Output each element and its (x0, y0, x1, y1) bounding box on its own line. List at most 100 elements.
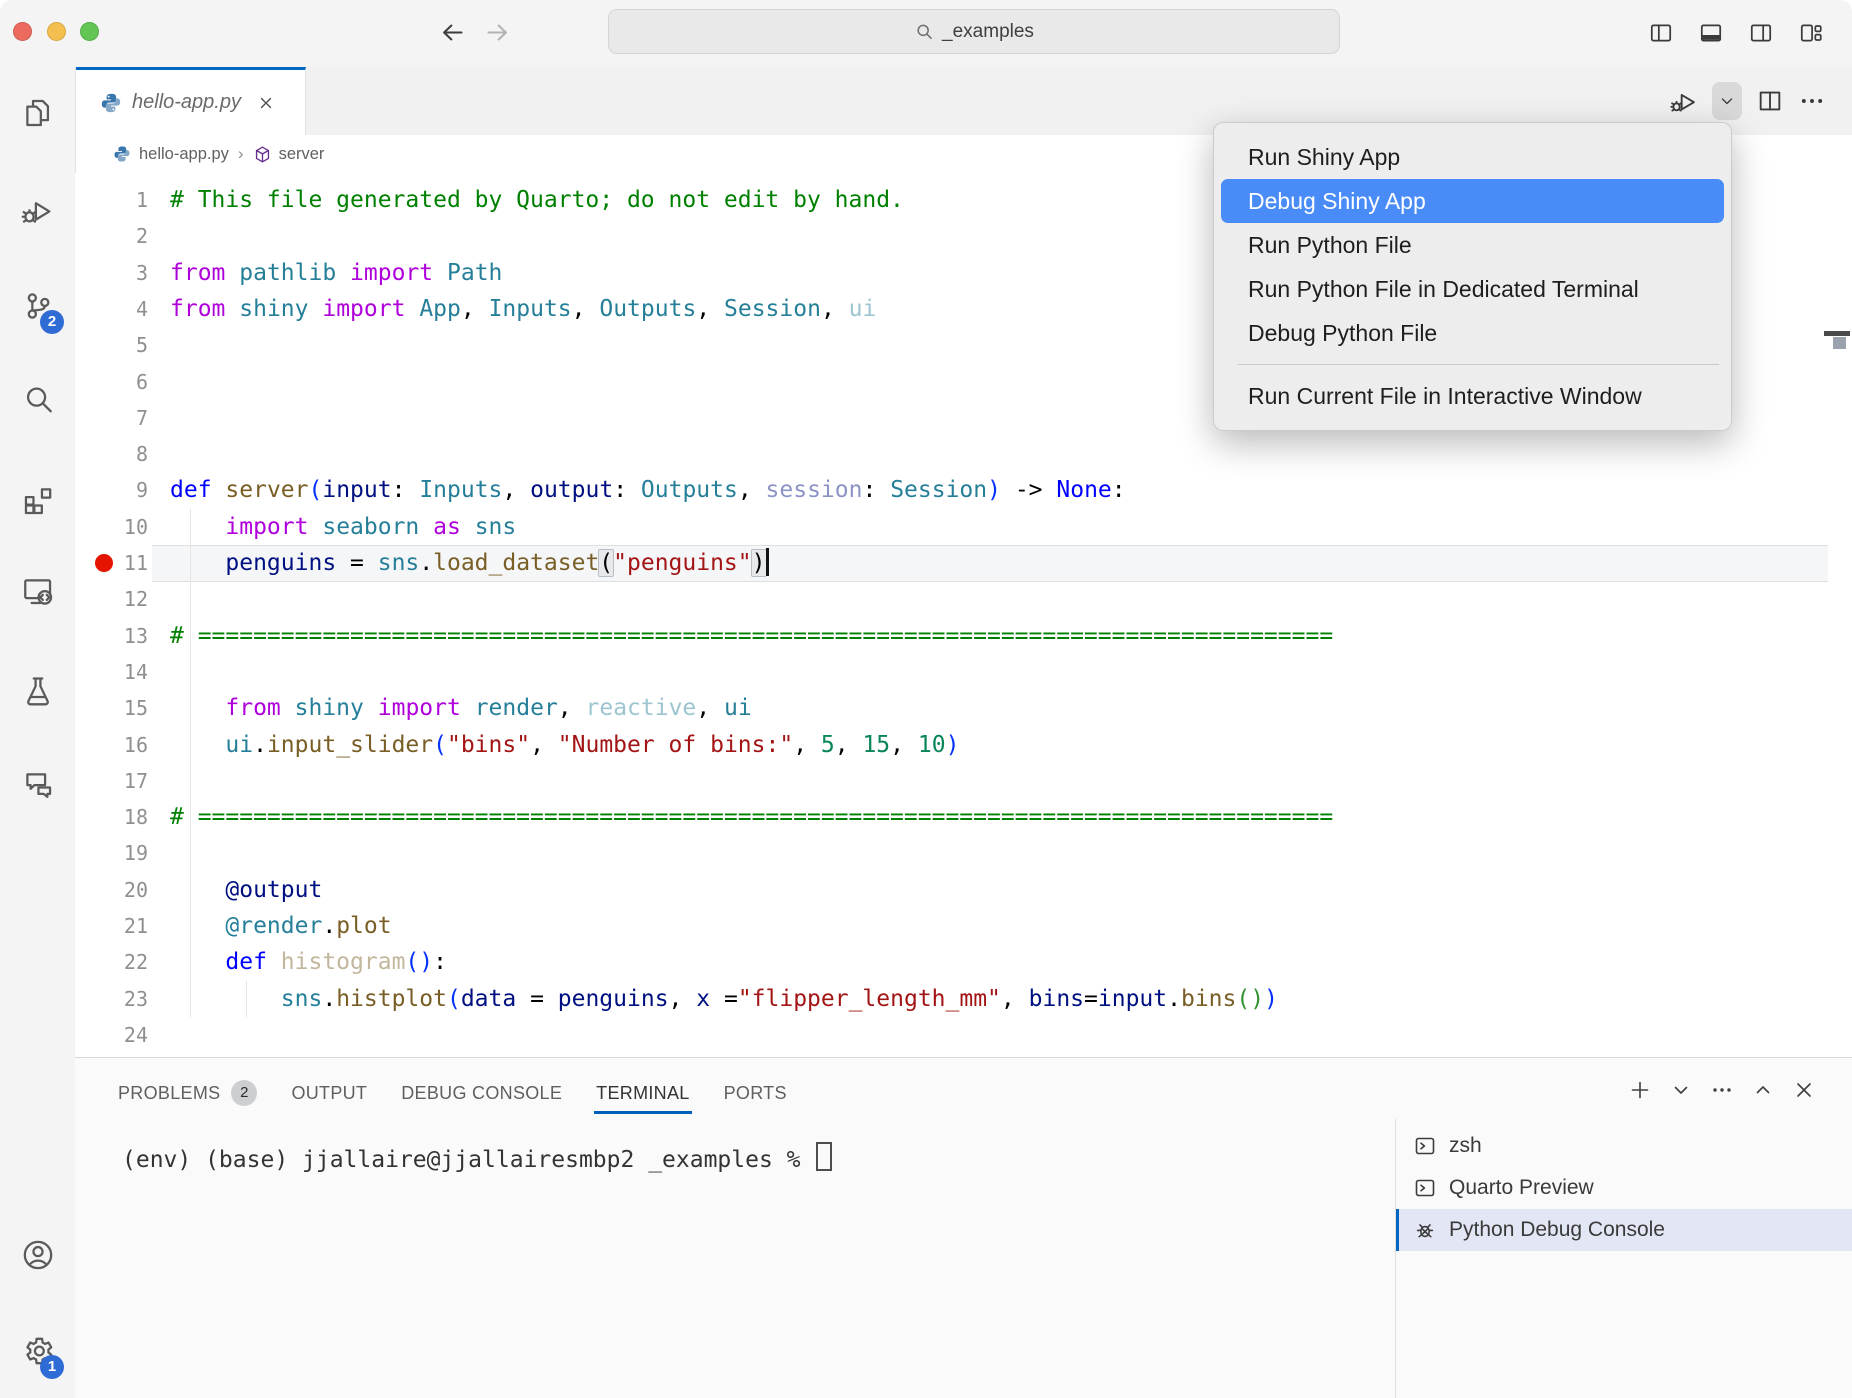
panel-tabs: PROBLEMS2 OUTPUT DEBUG CONSOLE TERMINAL PORT… (118, 1072, 787, 1114)
line-number: 6 (75, 364, 148, 400)
tab-hello-app-py[interactable]: hello-app.py (76, 67, 306, 135)
search-icon (21, 383, 55, 422)
menu-item-run-python-file-in-dedicated-terminal[interactable]: Run Python File in Dedicated Terminal (1221, 267, 1724, 311)
code-line-13: # ======================================… (170, 618, 1333, 654)
activity-item-source-control[interactable]: 2 (0, 278, 75, 338)
more-actions-button[interactable] (1798, 87, 1826, 115)
close-panel-button[interactable] (1792, 1078, 1816, 1102)
badge: 2 (40, 310, 64, 334)
command-center-search[interactable]: _examples (608, 9, 1340, 54)
terminal-cursor (816, 1142, 832, 1171)
activity-item-run-debug[interactable] (0, 182, 75, 242)
window-layout-icons (1648, 20, 1824, 46)
terminal-icon (1413, 1176, 1437, 1200)
bottom-panel: PROBLEMS2 OUTPUT DEBUG CONSOLE TERMINAL PORT… (75, 1057, 1852, 1398)
line-number: 14 (75, 654, 148, 690)
line-number: 16 (75, 727, 148, 763)
panel-toolbar (1628, 1078, 1816, 1102)
activity-item-settings[interactable]: 1 (0, 1323, 75, 1383)
chevron-down-icon (1717, 91, 1737, 111)
activity-item-extensions[interactable] (0, 473, 75, 533)
forward-arrow-icon[interactable] (484, 19, 511, 46)
code-line-1: # This file generated by Quarto; do not … (170, 182, 904, 218)
editor-toolbar (1670, 81, 1826, 121)
testing-icon (21, 674, 55, 713)
chevron-up-icon (1751, 1078, 1775, 1102)
close-icon (1792, 1078, 1816, 1102)
panel-tab-output[interactable]: OUTPUT (291, 1072, 367, 1114)
overview-ruler-slider[interactable] (1833, 337, 1846, 349)
close-icon[interactable] (257, 94, 275, 112)
panel-tab-debug-console[interactable]: DEBUG CONSOLE (401, 1072, 562, 1114)
layout-sidebar-right-icon[interactable] (1748, 20, 1774, 46)
code-line-3: from pathlib import Path (170, 255, 502, 291)
line-number: 4 (75, 291, 148, 327)
panel-tab-terminal[interactable]: TERMINAL (596, 1072, 689, 1114)
activity-item-testing[interactable] (0, 663, 75, 723)
terminal-profiles-chevron-button[interactable] (1669, 1078, 1693, 1102)
tab-label: hello-app.py (132, 91, 241, 114)
vscode-window: _examples 21 hello-app.py hello-app.py ›… (0, 0, 1852, 1398)
terminal-list-item-zsh[interactable]: zsh (1396, 1125, 1852, 1167)
line-number: 20 (75, 872, 148, 908)
terminal-prompt: (env) (base) jjallaire@jjallairesmbp2 _e… (122, 1142, 832, 1173)
activity-item-comments[interactable] (0, 757, 75, 817)
panel-tab-ports[interactable]: PORTS (724, 1072, 787, 1114)
window-minimize-button[interactable] (47, 22, 66, 41)
line-number: 3 (75, 255, 148, 291)
debug-run-button[interactable] (1670, 87, 1698, 115)
extensions-icon (21, 484, 55, 523)
line-number: 15 (75, 690, 148, 726)
panel-tab-problems[interactable]: PROBLEMS2 (118, 1072, 257, 1114)
line-number: 7 (75, 400, 148, 436)
account-icon (21, 1238, 55, 1277)
badge: 1 (40, 1355, 64, 1379)
run-options-menu: Run Shiny AppDebug Shiny AppRun Python F… (1213, 122, 1732, 431)
menu-item-debug-python-file[interactable]: Debug Python File (1221, 311, 1724, 355)
window-close-button[interactable] (13, 22, 32, 41)
code-line-16: ui.input_slider("bins", "Number of bins:… (170, 727, 959, 763)
layout-sidebar-left-icon[interactable] (1648, 20, 1674, 46)
menu-item-run-current-file-in-interactive-window[interactable]: Run Current File in Interactive Window (1221, 374, 1724, 418)
line-number: 9 (75, 472, 148, 508)
panel-more-button[interactable] (1710, 1078, 1734, 1102)
line-number: 24 (75, 1017, 148, 1053)
menu-item-debug-shiny-app[interactable]: Debug Shiny App (1221, 179, 1724, 223)
menu-item-run-shiny-app[interactable]: Run Shiny App (1221, 135, 1724, 179)
activity-item-remote-explorer[interactable] (0, 563, 75, 623)
code-line-20: @output (170, 872, 322, 908)
plus-icon (1628, 1078, 1652, 1102)
code-line-21: @render.plot (170, 908, 392, 944)
window-zoom-button[interactable] (80, 22, 99, 41)
menu-item-run-python-file[interactable]: Run Python File (1221, 223, 1724, 267)
run-options-chevron-button[interactable] (1712, 82, 1742, 120)
terminal-list-item-quarto-preview[interactable]: Quarto Preview (1396, 1167, 1852, 1209)
layout-panel-icon[interactable] (1698, 20, 1724, 46)
new-terminal-button[interactable] (1628, 1078, 1652, 1102)
activity-item-search[interactable] (0, 372, 75, 432)
maximize-panel-button[interactable] (1751, 1078, 1775, 1102)
layout-customize-icon[interactable] (1798, 20, 1824, 46)
line-number: 21 (75, 908, 148, 944)
line-number: 8 (75, 436, 148, 472)
breadcrumb-symbol[interactable]: server (279, 145, 325, 164)
back-arrow-icon[interactable] (439, 19, 466, 46)
split-editor-button[interactable] (1756, 87, 1784, 115)
code-line-18: # ======================================… (170, 799, 1333, 835)
terminal-list: zshQuarto PreviewPython Debug Console (1395, 1119, 1852, 1398)
breakpoint-icon[interactable] (95, 554, 113, 572)
code-line-9: def server(input: Inputs, output: Output… (170, 472, 1126, 508)
split-editor-icon (1756, 87, 1784, 115)
terminal-icon (1413, 1134, 1437, 1158)
problems-count-badge: 2 (231, 1080, 257, 1106)
activity-item-accounts[interactable] (0, 1227, 75, 1287)
code-line-23: sns.histplot(data = penguins, x ="flippe… (170, 981, 1278, 1017)
breadcrumb-file[interactable]: hello-app.py (139, 145, 229, 164)
code-line-15: from shiny import render, reactive, ui (170, 690, 752, 726)
debug-console-icon (1413, 1218, 1437, 1242)
line-number: 12 (75, 581, 148, 617)
line-number: 13 (75, 618, 148, 654)
terminal-list-item-python-debug-console[interactable]: Python Debug Console (1396, 1209, 1852, 1251)
activity-item-explorer[interactable] (0, 85, 75, 145)
activity-bar: 21 (0, 67, 76, 1398)
